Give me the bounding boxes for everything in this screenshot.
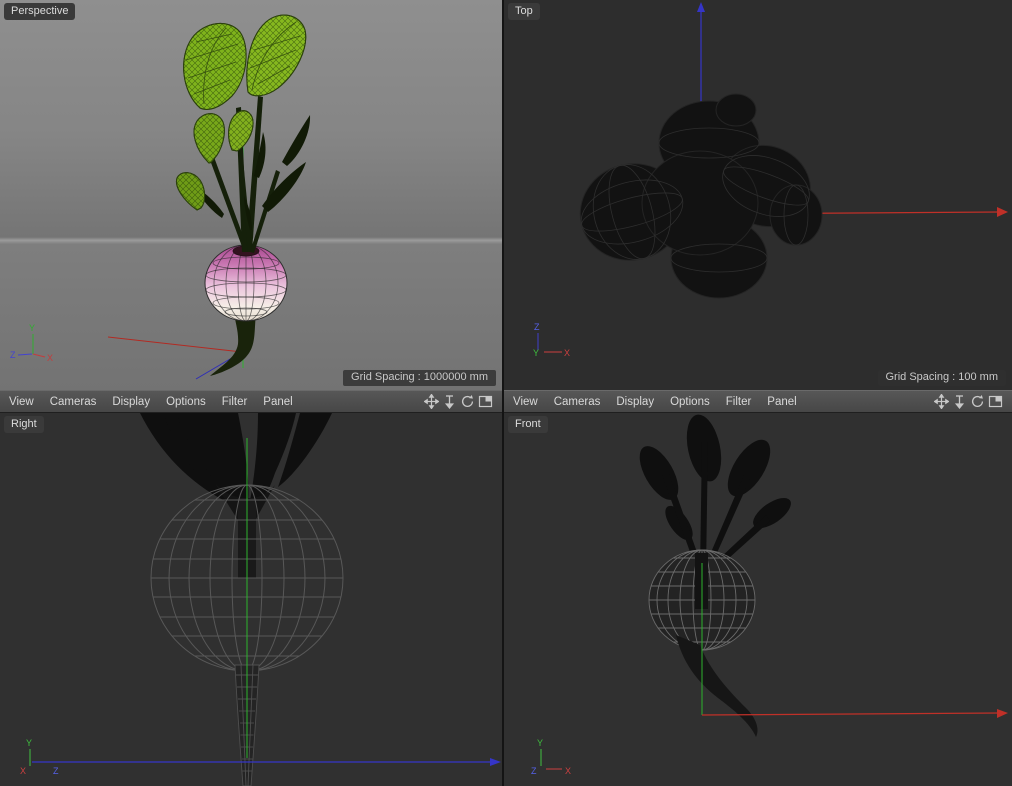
dolly-camera-icon[interactable]: [951, 394, 967, 410]
svg-text:X: X: [47, 353, 53, 363]
menu-view[interactable]: View: [9, 396, 42, 408]
viewport-label: Perspective: [4, 3, 76, 20]
dolly-camera-icon[interactable]: [441, 394, 457, 410]
svg-text:Y: Y: [26, 738, 32, 748]
menu-panel[interactable]: Panel: [255, 396, 300, 408]
top-scene: Z Y X: [533, 2, 1008, 358]
viewport-label: Top: [508, 3, 540, 20]
root-silhouette: [676, 635, 758, 737]
grid-spacing-badge: Grid Spacing : 1000000 mm: [343, 370, 496, 386]
svg-text:Y: Y: [533, 348, 539, 358]
viewport-label: Right: [4, 416, 44, 433]
toggle-view-icon[interactable]: [987, 394, 1003, 410]
toggle-view-icon[interactable]: [477, 394, 493, 410]
viewport-top[interactable]: Top Grid Spacing : 100 mm Z Y X: [504, 0, 1012, 390]
svg-text:Z: Z: [10, 350, 16, 360]
menu-display[interactable]: Display: [608, 396, 662, 408]
radish-wireframe-top: [579, 93, 823, 299]
menu-cameras[interactable]: Cameras: [546, 396, 609, 408]
viewport-menubar-right: View Cameras Display Options Filter Pane…: [504, 390, 1012, 413]
axis-gizmo: Y Z X: [531, 738, 571, 776]
grid-spacing-badge: Grid Spacing : 100 mm: [877, 370, 1006, 386]
viewport-right[interactable]: Right Y X Z: [0, 413, 502, 786]
pan-camera-icon[interactable]: [933, 394, 949, 410]
right-scene: Y X Z: [20, 413, 501, 786]
front-scene: Y Z X: [531, 414, 1008, 776]
perspective-scene: Y Z X: [10, 14, 311, 380]
menu-filter[interactable]: Filter: [718, 396, 760, 408]
viewport-menubar-left: View Cameras Display Options Filter Pane…: [0, 390, 502, 413]
svg-text:X: X: [20, 766, 26, 776]
menu-view[interactable]: View: [513, 396, 546, 408]
axis-gizmo: Y X Z: [20, 738, 59, 776]
menu-filter[interactable]: Filter: [214, 396, 256, 408]
svg-text:Y: Y: [537, 738, 543, 748]
menu-options[interactable]: Options: [662, 396, 718, 408]
svg-text:Y: Y: [29, 323, 35, 333]
pan-camera-icon[interactable]: [423, 394, 439, 410]
svg-text:Z: Z: [531, 766, 537, 776]
menu-display[interactable]: Display: [104, 396, 158, 408]
rotate-camera-icon[interactable]: [459, 394, 475, 410]
viewport-perspective[interactable]: Perspective Grid Spacing : 1000000 mm Y …: [0, 0, 502, 390]
menu-cameras[interactable]: Cameras: [42, 396, 105, 408]
svg-text:X: X: [565, 766, 571, 776]
viewport-label: Front: [508, 416, 548, 433]
svg-text:X: X: [564, 348, 570, 358]
svg-text:Z: Z: [53, 766, 59, 776]
axis-gizmo: Z Y X: [533, 322, 570, 358]
svg-text:Z: Z: [534, 322, 540, 332]
rotate-camera-icon[interactable]: [969, 394, 985, 410]
axis-gizmo: Y Z X: [10, 323, 53, 363]
leaf-silhouettes: [140, 413, 332, 508]
viewport-front[interactable]: Front Y Z X: [504, 413, 1012, 786]
menu-options[interactable]: Options: [158, 396, 214, 408]
menu-panel[interactable]: Panel: [759, 396, 804, 408]
app-window: Perspective Grid Spacing : 1000000 mm Y …: [0, 0, 1012, 786]
radish-model: [175, 14, 311, 376]
